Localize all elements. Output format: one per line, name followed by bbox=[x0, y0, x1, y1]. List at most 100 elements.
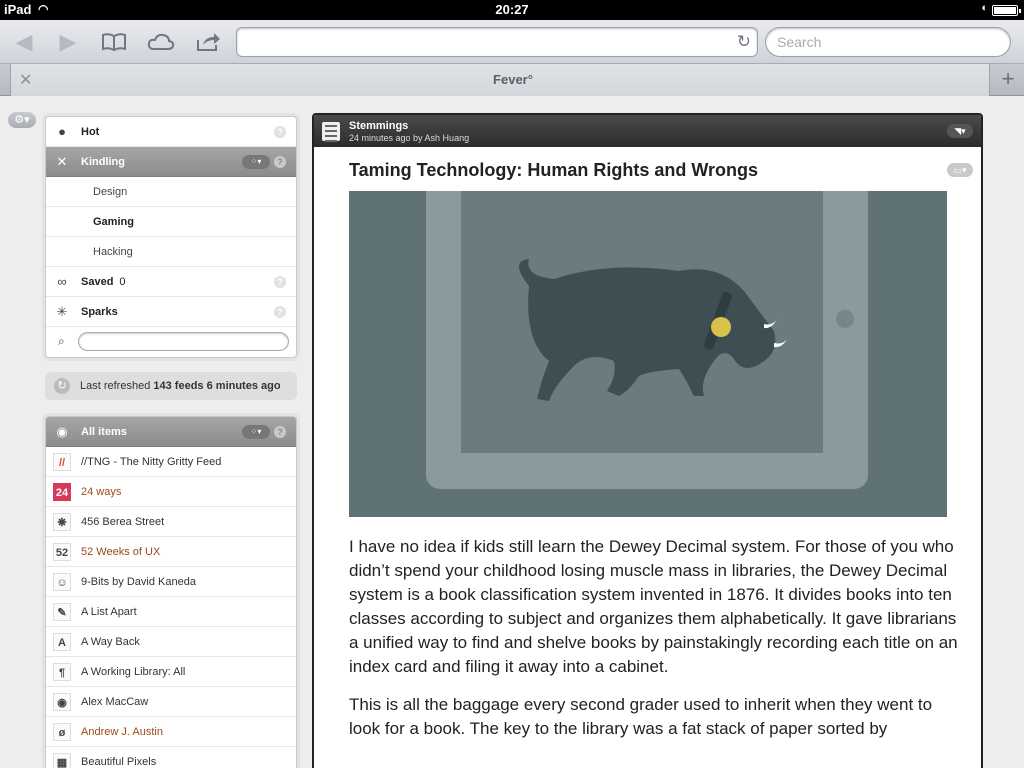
feed-favicon-icon: // bbox=[53, 453, 71, 471]
feed-item[interactable]: ✎ A List Apart bbox=[46, 597, 296, 627]
feed-item[interactable]: 24 24 ways bbox=[46, 477, 296, 507]
feed-favicon-icon: ◉ bbox=[53, 693, 71, 711]
icloud-icon[interactable] bbox=[143, 28, 179, 56]
document-icon bbox=[322, 122, 340, 142]
sidebar-item-label: Hot bbox=[81, 126, 100, 138]
help-icon[interactable]: ? bbox=[274, 276, 286, 288]
back-icon[interactable]: ◀ bbox=[6, 28, 42, 56]
groups-panel: ● Hot ? ✕ Kindling ⁘▾ ? Design Gaming Ha… bbox=[45, 116, 297, 358]
article-panel: Stemmings 24 minutes ago by Ash Huang ◥▾… bbox=[312, 113, 983, 768]
help-icon[interactable]: ? bbox=[274, 426, 286, 438]
feed-item[interactable]: ❋ 456 Berea Street bbox=[46, 507, 296, 537]
feed-item[interactable]: 52 52 Weeks of UX bbox=[46, 537, 296, 567]
sidebar-item-label: Hacking bbox=[93, 246, 133, 258]
refresh-text: Last refreshed 143 feeds 6 minutes ago bbox=[80, 372, 281, 400]
new-tab-icon[interactable]: + bbox=[992, 64, 1024, 96]
refresh-prefix: Last refreshed bbox=[80, 380, 151, 392]
sidebar-item-label: Kindling bbox=[81, 156, 125, 168]
refresh-feeds: 143 feeds bbox=[153, 380, 204, 392]
status-time: 20:27 bbox=[495, 2, 529, 17]
feed-item-label: 24 ways bbox=[81, 486, 122, 498]
sidebar-item-hot[interactable]: ● Hot ? bbox=[46, 117, 296, 147]
refresh-icon[interactable]: ↻ bbox=[54, 378, 70, 394]
group-menu-button[interactable]: ⁘▾ bbox=[242, 425, 270, 439]
refresh-status[interactable]: ↻ Last refreshed 143 feeds 6 minutes ago bbox=[45, 372, 297, 400]
feed-favicon-icon: ✎ bbox=[53, 603, 71, 621]
sidebar-item-sparks[interactable]: ✳ Sparks ? bbox=[46, 297, 296, 327]
flame-icon: ● bbox=[58, 124, 66, 139]
feed-item[interactable]: ¶ A Working Library: All bbox=[46, 657, 296, 687]
infinity-icon: ∞ bbox=[57, 274, 67, 289]
feed-favicon-icon: ¶ bbox=[53, 663, 71, 681]
feed-favicon-icon: ☺ bbox=[53, 573, 71, 591]
sidebar-item-design[interactable]: Design bbox=[46, 177, 296, 207]
article-illustration bbox=[349, 191, 947, 517]
sidebar-search-input[interactable] bbox=[78, 332, 289, 351]
help-icon[interactable]: ? bbox=[274, 156, 286, 168]
feed-favicon-icon: ❋ bbox=[53, 513, 71, 531]
sidebar-item-label: Gaming bbox=[93, 216, 134, 228]
search-input[interactable]: Search bbox=[765, 27, 1011, 57]
article-feed-name[interactable]: Stemmings bbox=[349, 120, 408, 132]
feeds-panel: ◉ All items ⁘▾ ? // //TNG - The Nitty Gri… bbox=[45, 416, 297, 768]
search-icon: ⌕ bbox=[58, 334, 65, 348]
refresh-ago: 6 minutes ago bbox=[206, 380, 281, 392]
feed-item-label: Andrew J. Austin bbox=[81, 726, 163, 738]
feed-item-label: A Way Back bbox=[81, 636, 140, 648]
feed-item[interactable]: ▦ Beautiful Pixels bbox=[46, 747, 296, 768]
saved-label: Saved bbox=[81, 276, 114, 288]
sidebar-item-label: All items bbox=[81, 426, 127, 438]
article-menu-icon[interactable]: ▭▾ bbox=[947, 163, 973, 177]
feed-item-label: Alex MacCaw bbox=[81, 696, 149, 708]
feed-item-label: A Working Library: All bbox=[81, 666, 186, 678]
bookmarks-icon[interactable] bbox=[96, 28, 132, 56]
article-title[interactable]: Taming Technology: Human Rights and Wron… bbox=[349, 160, 758, 181]
browser-tab[interactable]: ✕ Fever° bbox=[10, 64, 990, 96]
feed-favicon-icon: 52 bbox=[53, 543, 71, 561]
all-items-icon: ◉ bbox=[56, 424, 68, 439]
group-menu-button[interactable]: ⁘▾ bbox=[242, 155, 270, 169]
sidebar-item-label: Saved 0 bbox=[81, 267, 126, 297]
feed-list: // //TNG - The Nitty Gritty Feed 24 24 ways… bbox=[46, 447, 296, 768]
reload-icon[interactable]: ↻ bbox=[737, 32, 751, 52]
sidebar-item-all-items[interactable]: ◉ All items ⁘▾ ? bbox=[46, 417, 296, 447]
feed-item[interactable]: A A Way Back bbox=[46, 627, 296, 657]
help-icon[interactable]: ? bbox=[274, 126, 286, 138]
sparks-icon: ✳ bbox=[56, 304, 68, 319]
sidebar-item-saved[interactable]: ∞ Saved 0 ? bbox=[46, 267, 296, 297]
share-icon[interactable] bbox=[190, 28, 226, 56]
article-paragraph: I have no idea if kids still learn the D… bbox=[349, 537, 958, 676]
feed-item-label: 456 Berea Street bbox=[81, 516, 165, 528]
sidebar-item-kindling[interactable]: ✕ Kindling ⁘▾ ? bbox=[46, 147, 296, 177]
help-icon[interactable]: ? bbox=[274, 306, 286, 318]
sidebar-item-label: Design bbox=[93, 186, 128, 198]
feed-favicon-icon: ø bbox=[53, 723, 71, 741]
sidebar-item-hacking[interactable]: Hacking bbox=[46, 237, 296, 267]
status-bar: iPad ◠ 20:27 ◐ bbox=[0, 0, 1024, 20]
sidebar-item-gaming[interactable]: Gaming bbox=[46, 207, 296, 237]
kindling-icon: ✕ bbox=[56, 154, 68, 169]
feed-item-label: //TNG - The Nitty Gritty Feed bbox=[81, 456, 222, 468]
feed-favicon-icon: ▦ bbox=[53, 753, 71, 768]
article-header: Stemmings 24 minutes ago by Ash Huang ◥▾ bbox=[314, 115, 981, 147]
feed-item[interactable]: // //TNG - The Nitty Gritty Feed bbox=[46, 447, 296, 477]
battery-icon bbox=[992, 5, 1021, 16]
sidebar-item-label: Sparks bbox=[81, 306, 118, 318]
feed-item-label: 52 Weeks of UX bbox=[81, 546, 161, 558]
feed-item[interactable]: ☺ 9-Bits by David Kaneda bbox=[46, 567, 296, 597]
browser-toolbar: ◀ ▶ ↻ Search bbox=[0, 20, 1024, 64]
forward-icon[interactable]: ▶ bbox=[50, 28, 86, 56]
tab-bar: ✕ Fever° + bbox=[0, 64, 1024, 96]
settings-gear-icon[interactable]: ⚙▾ bbox=[8, 112, 36, 128]
orientation-lock-icon: ◐ bbox=[981, 2, 988, 14]
feed-item-label: A List Apart bbox=[81, 606, 137, 618]
feed-favicon-icon: A bbox=[53, 633, 71, 651]
article-meta: 24 minutes ago by Ash Huang bbox=[349, 133, 470, 143]
article-body: I have no idea if kids still learn the D… bbox=[349, 535, 959, 755]
feed-item[interactable]: ◉ Alex MacCaw bbox=[46, 687, 296, 717]
feed-item[interactable]: ø Andrew J. Austin bbox=[46, 717, 296, 747]
feed-item-label: 9-Bits by David Kaneda bbox=[81, 576, 196, 588]
saved-count: 0 bbox=[119, 276, 126, 288]
rss-menu-icon[interactable]: ◥▾ bbox=[947, 124, 973, 138]
url-field[interactable]: ↻ bbox=[236, 27, 758, 57]
